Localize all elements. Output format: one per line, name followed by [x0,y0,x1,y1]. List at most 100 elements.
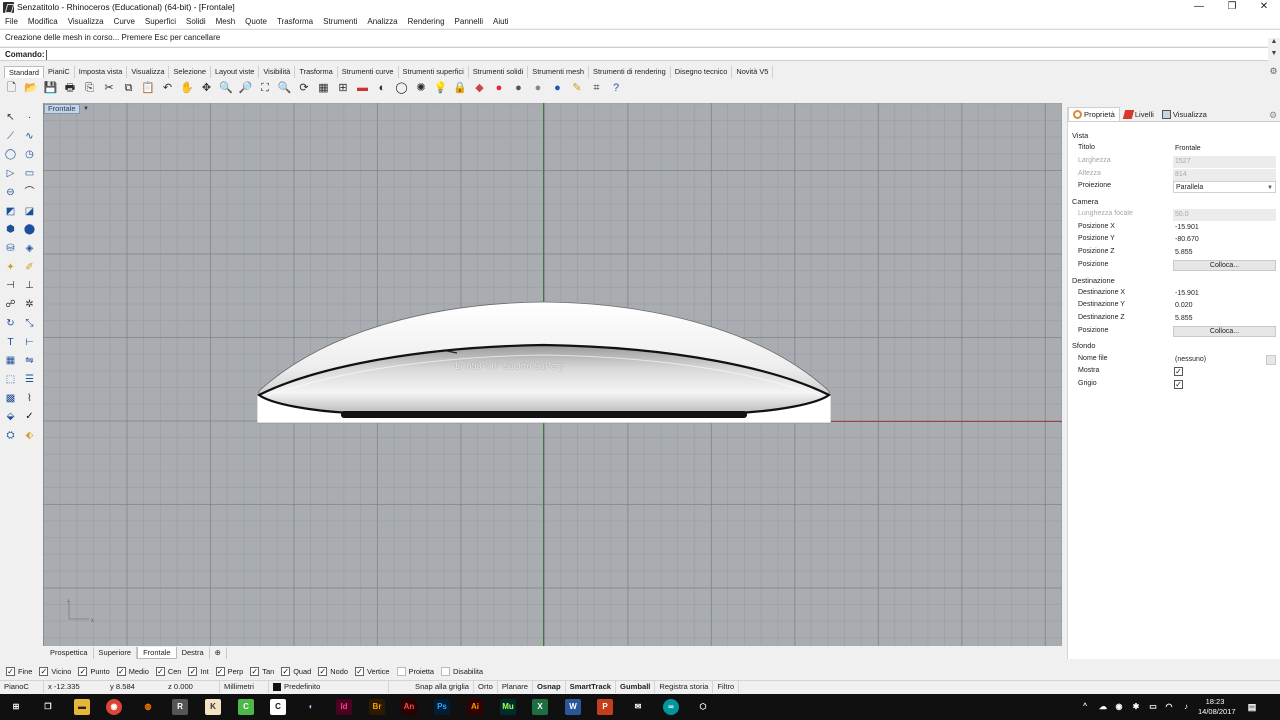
destinazione-z-field[interactable]: 5.855 [1173,313,1276,325]
status-orto[interactable]: Orto [474,681,498,693]
app-c-green-icon[interactable]: C [238,699,254,715]
osnap-cen-checkbox[interactable]: ✓ [155,666,165,676]
cage-icon[interactable]: ⬙ [3,409,18,424]
osnap-disabilita[interactable]: Disabilita [441,666,483,676]
status-layer[interactable]: Predefinito [269,681,389,693]
bridge-icon[interactable]: Br [369,699,385,715]
osnap-tan[interactable]: ✓ Tan [250,666,274,676]
tab-trasforma[interactable]: Trasforma [295,66,338,78]
light-icon[interactable]: ✺ [414,81,429,96]
pan-hand-icon[interactable]: ✋ [180,81,195,96]
mostra-checkbox[interactable]: ✓ [1174,367,1183,376]
tab-strumenti-solidi[interactable]: Strumenti solidi [469,66,529,78]
box-icon[interactable]: ⬢ [3,222,18,237]
tab-pianic[interactable]: PianiC [44,66,75,78]
status-snap-griglia[interactable]: Snap alla griglia [411,681,475,693]
menu-pannelli[interactable]: Pannelli [450,15,488,28]
new-file-icon[interactable]: 🗋 [4,81,19,96]
chrome-icon[interactable]: ◉ [106,699,122,715]
task-view-icon[interactable]: ❒ [40,699,56,715]
menu-analizza[interactable]: Analizza [362,15,402,28]
import-icon[interactable]: ⎘ [82,81,97,96]
open-file-icon[interactable]: 📂 [24,81,39,96]
brush-icon[interactable]: ✐ [22,260,37,275]
paste-icon[interactable]: 📋 [141,81,156,96]
cylinder-icon[interactable]: ⛁ [3,241,18,256]
zoom-extents-icon[interactable]: ⛶ [258,81,273,96]
menu-strumenti[interactable]: Strumenti [318,15,362,28]
undo-icon[interactable]: ↶ [160,81,175,96]
show-icon[interactable]: ◐ [375,81,390,96]
status-units[interactable]: Millimetri [220,681,269,693]
osnap-fine[interactable]: ✓ Fine [6,666,32,676]
print-icon[interactable]: 🖶 [63,81,78,96]
destinazione-x-field[interactable]: -15.901 [1173,288,1276,300]
colloca-camera-button[interactable]: Colloca... [1173,260,1276,271]
status-osnap[interactable]: Osnap [533,681,566,693]
osnap-proietta-checkbox[interactable] [396,666,406,676]
osnap-int[interactable]: ✓ Int [188,666,209,676]
text-icon[interactable]: T [3,335,18,350]
render-tool-icon[interactable]: ⛭ [3,428,18,443]
osnap-tan-checkbox[interactable]: ✓ [250,666,260,676]
osnap-nodo-checkbox[interactable]: ✓ [318,666,328,676]
osnap-proietta[interactable]: Proietta [396,666,434,676]
rhino-taskbar-icon[interactable]: R [172,699,188,715]
surface-icon[interactable]: ◩ [3,204,18,219]
osnap-nodo[interactable]: ✓ Nodo [318,666,348,676]
windows-start-icon[interactable]: ⊞ [8,699,24,715]
tab-destra[interactable]: Destra [177,647,210,659]
split-icon[interactable]: ⊥ [22,278,37,293]
tab-strumenti-superfici[interactable]: Strumenti superfici [399,66,469,78]
ellipse-icon[interactable]: ⊖ [3,185,18,200]
mesh-icon[interactable]: ◈ [22,241,37,256]
viewport-frontale[interactable]: Frontale ▼ 17.898 < 0° SuOrto SuPerp x z [43,103,1062,646]
tab-strumenti-rendering[interactable]: Strumenti di rendering [589,66,671,78]
indesign-icon[interactable]: Id [336,699,352,715]
tray-network-icon[interactable]: ☁ [1097,699,1109,715]
tray-wifi-icon[interactable]: ◠ [1163,699,1175,715]
loft-icon[interactable]: ◪ [22,204,37,219]
tray-bluetooth-icon[interactable]: ✱ [1130,699,1142,715]
osnap-vicino[interactable]: ✓ Vicino [39,666,71,676]
menu-file[interactable]: File [0,15,23,28]
dimension-icon[interactable]: ✎ [570,81,585,96]
fillet-icon[interactable]: ⌒ [22,185,37,200]
move-view-icon[interactable]: ✥ [199,81,214,96]
zoom-window-icon[interactable]: 🔎 [238,81,253,96]
zoom-in-icon[interactable]: 🔍 [219,81,234,96]
scroll-up-icon[interactable]: ▲ [1268,38,1280,46]
posizione-x-field[interactable]: -15.901 [1173,222,1276,234]
osnap-punto[interactable]: ✓ Punto [78,666,110,676]
tab-prospettica[interactable]: Prospettica [45,647,94,659]
taskbar-clock[interactable]: 18:23 14/08/2017 [1198,697,1236,717]
colloca-destinazione-button[interactable]: Colloca... [1173,326,1276,337]
powerpoint-icon[interactable]: P [597,699,613,715]
triangle-icon[interactable]: ▷ [3,166,18,181]
paint-icon[interactable]: ⬖ [22,428,37,443]
word-icon[interactable]: W [565,699,581,715]
toolbar-options-icon[interactable]: ⚙ [1268,66,1279,77]
select-arrow-icon[interactable]: ↖ [3,110,18,125]
material-icon[interactable]: ◆ [472,81,487,96]
shaded-sphere-icon[interactable]: ● [511,81,526,96]
explode-icon[interactable]: ✲ [22,297,37,312]
hide-icon[interactable]: ▬ [355,81,370,96]
group-icon[interactable]: ⬚ [3,372,18,387]
grid-icon[interactable]: ▩ [3,391,18,406]
tray-volume-icon[interactable]: ♪ [1180,699,1192,715]
history-scrollbar[interactable]: ▲ ▼ [1268,38,1280,62]
minimize-icon[interactable]: — [1183,0,1215,15]
trim-icon[interactable]: ⊣ [3,278,18,293]
scroll-down-icon[interactable]: ▼ [1268,50,1280,58]
keyshot-icon[interactable]: K [205,699,221,715]
tab-layout-viste[interactable]: Layout viste [211,66,260,78]
osnap-perp[interactable]: ✓ Perp [215,666,243,676]
dimension-tool-icon[interactable]: ⊢ [22,335,37,350]
osnap-quad-checkbox[interactable]: ✓ [281,666,291,676]
grigio-checkbox[interactable]: ✓ [1174,380,1183,389]
point-icon[interactable]: · [22,110,37,125]
app-cube-icon[interactable]: ⬡ [695,699,711,715]
osnap-vicino-checkbox[interactable]: ✓ [39,666,49,676]
blender-icon[interactable]: ◍ [140,699,156,715]
